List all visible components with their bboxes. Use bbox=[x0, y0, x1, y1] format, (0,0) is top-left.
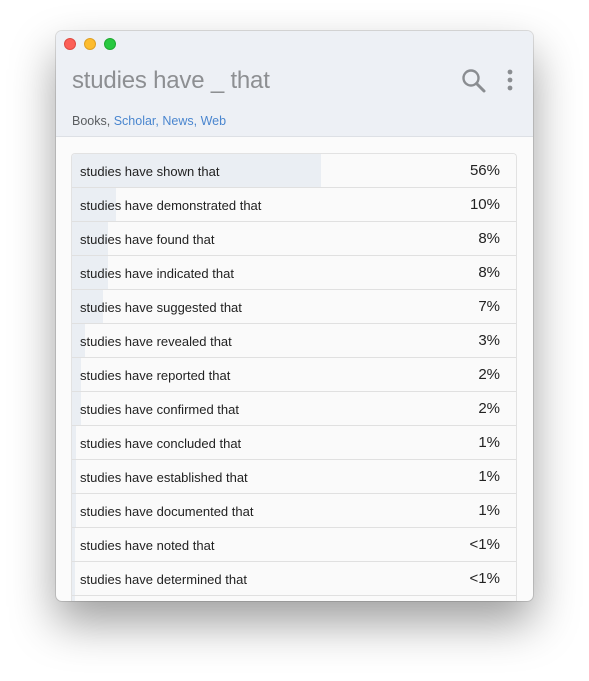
result-row[interactable]: studies have shown that 56% bbox=[72, 154, 516, 188]
result-percent: 1% bbox=[478, 502, 500, 519]
more-options-button[interactable] bbox=[500, 67, 520, 95]
result-phrase: studies have found that bbox=[80, 232, 215, 247]
result-phrase: studies have revealed that bbox=[80, 334, 232, 349]
close-window-button[interactable] bbox=[64, 38, 76, 50]
result-row[interactable] bbox=[72, 596, 516, 601]
more-vertical-icon bbox=[507, 69, 513, 91]
result-phrase: studies have concluded that bbox=[80, 436, 242, 451]
result-row[interactable]: studies have documented that 1% bbox=[72, 494, 516, 528]
result-row[interactable]: studies have confirmed that 2% bbox=[72, 392, 516, 426]
frequency-bar bbox=[72, 596, 75, 601]
result-percent: 10% bbox=[469, 196, 500, 213]
frequency-bar bbox=[72, 562, 75, 595]
result-percent: 7% bbox=[478, 298, 500, 315]
result-percent: 1% bbox=[478, 434, 500, 451]
frequency-bar bbox=[72, 460, 76, 493]
result-percent: 2% bbox=[478, 366, 500, 383]
result-row[interactable]: studies have revealed that 3% bbox=[72, 324, 516, 358]
result-percent: 8% bbox=[478, 230, 500, 247]
result-percent: <1% bbox=[469, 570, 500, 587]
result-phrase: studies have confirmed that bbox=[80, 402, 239, 417]
result-phrase: studies have demonstrated that bbox=[80, 198, 262, 213]
result-percent: 1% bbox=[478, 468, 500, 485]
source-books[interactable]: Books, bbox=[72, 114, 110, 128]
app-window: studies have _ that Books, Scholar, News… bbox=[56, 31, 533, 601]
result-row[interactable]: studies have reported that 2% bbox=[72, 358, 516, 392]
query-title[interactable]: studies have _ that bbox=[72, 67, 270, 95]
result-phrase: studies have suggested that bbox=[80, 300, 242, 315]
result-phrase: studies have shown that bbox=[80, 164, 220, 179]
source-scholar-link[interactable]: Scholar, bbox=[114, 114, 159, 128]
minimize-window-button[interactable] bbox=[84, 38, 96, 50]
result-percent: 3% bbox=[478, 332, 500, 349]
result-row[interactable]: studies have suggested that 7% bbox=[72, 290, 516, 324]
result-row[interactable]: studies have determined that <1% bbox=[72, 562, 516, 596]
result-row[interactable]: studies have established that 1% bbox=[72, 460, 516, 494]
source-news-link[interactable]: News, bbox=[162, 114, 197, 128]
source-web-link[interactable]: Web bbox=[201, 114, 226, 128]
result-phrase: studies have noted that bbox=[80, 538, 215, 553]
result-row[interactable]: studies have indicated that 8% bbox=[72, 256, 516, 290]
results-list[interactable]: studies have shown that 56% studies have d… bbox=[71, 153, 517, 601]
result-row[interactable]: studies have demonstrated that 10% bbox=[72, 188, 516, 222]
result-row[interactable]: studies have found that 8% bbox=[72, 222, 516, 256]
result-percent: 8% bbox=[478, 264, 500, 281]
result-phrase: studies have reported that bbox=[80, 368, 231, 383]
result-phrase: studies have established that bbox=[80, 470, 248, 485]
search-icon bbox=[462, 69, 486, 93]
source-links: Books, Scholar, News, Web bbox=[72, 114, 226, 128]
result-row[interactable]: studies have concluded that 1% bbox=[72, 426, 516, 460]
result-phrase: studies have documented that bbox=[80, 504, 254, 519]
result-row[interactable]: studies have noted that <1% bbox=[72, 528, 516, 562]
result-percent: 56% bbox=[469, 162, 500, 179]
frequency-bar bbox=[72, 426, 76, 459]
frequency-bar bbox=[72, 494, 76, 527]
search-button[interactable] bbox=[460, 67, 488, 95]
result-percent: 2% bbox=[478, 400, 500, 417]
frequency-bar bbox=[72, 528, 75, 561]
result-phrase: studies have indicated that bbox=[80, 266, 234, 281]
result-phrase: studies have determined that bbox=[80, 572, 247, 587]
result-percent: <1% bbox=[469, 536, 500, 553]
header: studies have _ that Books, Scholar, News… bbox=[56, 31, 533, 137]
zoom-window-button[interactable] bbox=[104, 38, 116, 50]
